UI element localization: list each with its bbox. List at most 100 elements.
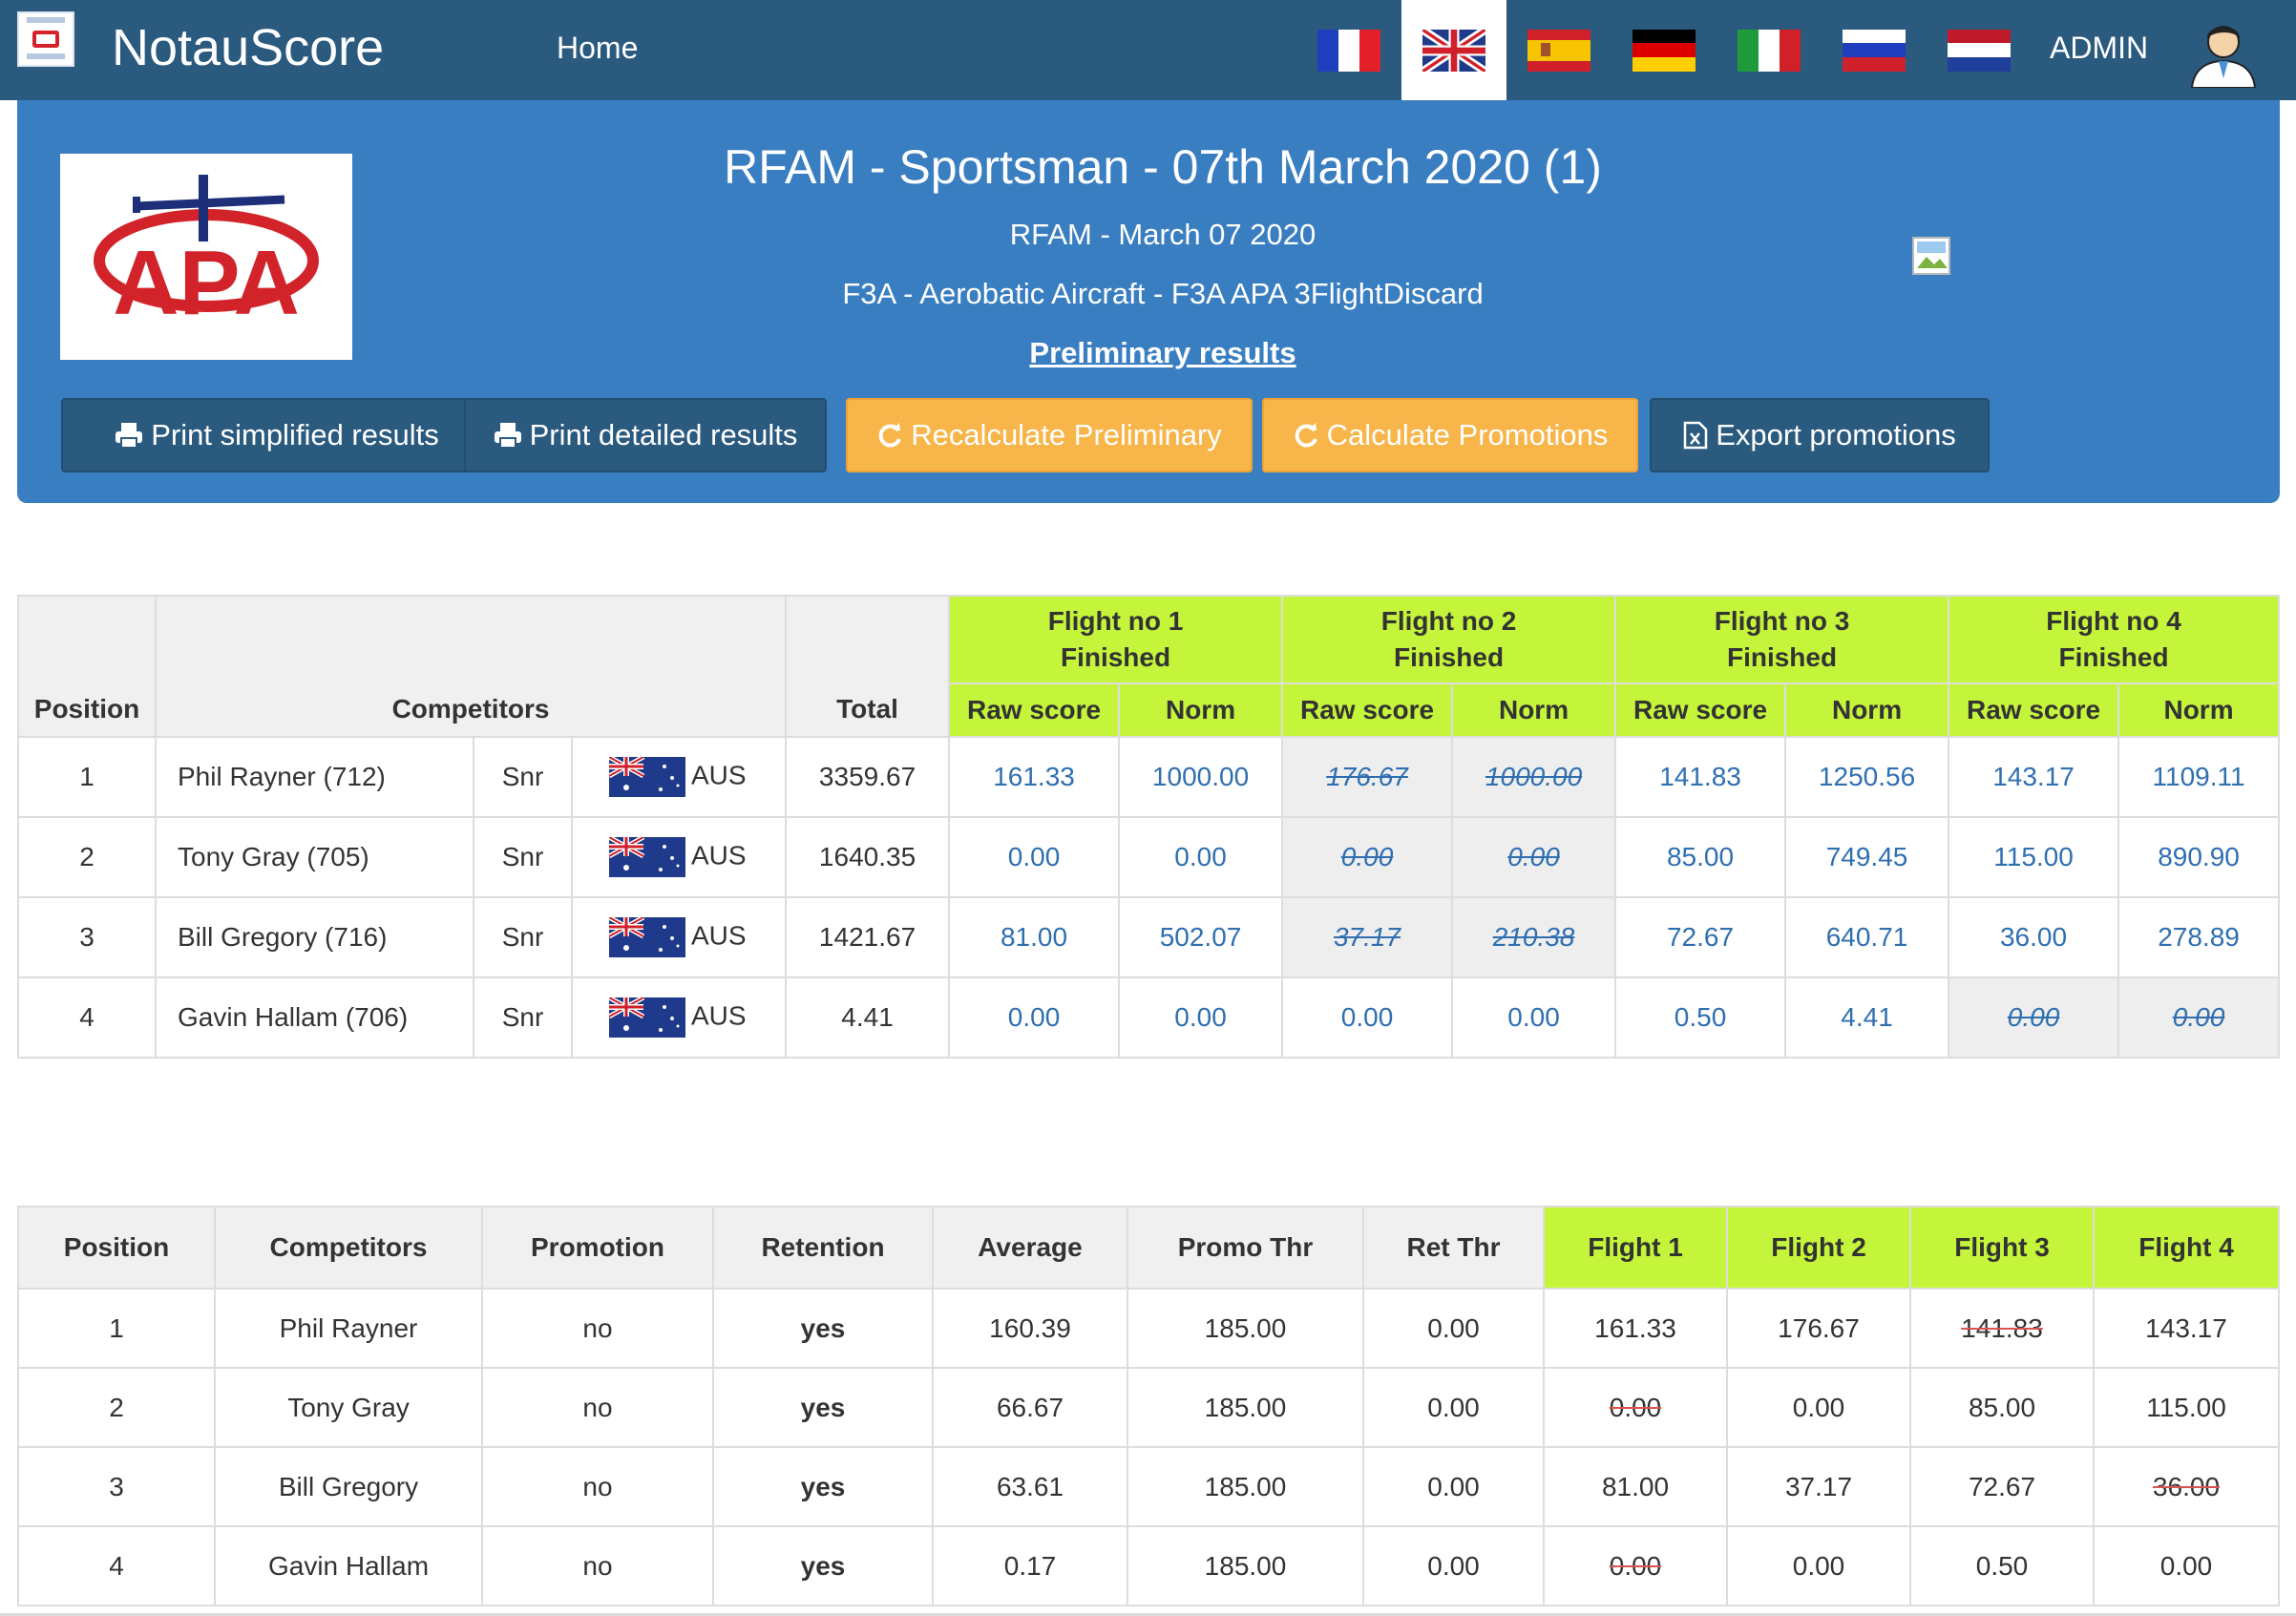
raw-score-value: 141.83 — [1659, 762, 1741, 791]
average-cell: 63.61 — [932, 1446, 1128, 1527]
class-cell: Snr — [473, 736, 573, 818]
calculate-promotions-label: Calculate Promotions — [1326, 418, 1609, 451]
col-promotion: Promotion — [481, 1206, 714, 1290]
raw-score-cell: 176.67 — [1281, 736, 1454, 818]
recalculate-preliminary-button[interactable]: Recalculate Preliminary — [846, 398, 1253, 472]
ru-flag-icon — [1843, 29, 1906, 72]
user-avatar-icon[interactable] — [2186, 13, 2261, 88]
event-title: RFAM - Sportsman - 07th March 2020 (1) — [724, 140, 1602, 194]
competitor-name: Phil Rayner (712) — [155, 736, 474, 818]
col-position: Position — [17, 595, 157, 738]
fr-flag-icon — [1317, 29, 1380, 72]
table-row: 4 Gavin Hallam no yes 0.17 185.00 0.00 0.00 0.00… — [17, 1525, 2280, 1606]
refresh-icon — [1295, 423, 1317, 448]
flight-score-cell: 0.00 — [1726, 1367, 1911, 1448]
print-simplified-label: Print simplified results — [151, 418, 439, 451]
norm-cell: 0.00 — [1118, 976, 1284, 1059]
flight-score-cell: 161.33 — [1543, 1288, 1728, 1369]
position-cell: 1 — [17, 1288, 216, 1369]
brand-logo-icon[interactable] — [17, 11, 74, 67]
average-cell: 66.67 — [932, 1367, 1128, 1448]
language-it[interactable] — [1717, 0, 1822, 100]
language-de[interactable] — [1611, 0, 1717, 100]
col-flight-2: Flight 2 — [1726, 1206, 1911, 1290]
raw-score-cell: 0.00 — [948, 816, 1121, 898]
position-cell: 4 — [17, 1525, 216, 1606]
average-cell: 160.39 — [932, 1288, 1128, 1369]
language-es[interactable] — [1506, 0, 1611, 100]
raw-score-value: 0.00 — [2007, 1002, 2060, 1032]
table-row: 1 Phil Rayner no yes 160.39 185.00 0.00 161.33 1… — [17, 1288, 2280, 1369]
class-cell: Snr — [473, 816, 573, 898]
ret-thr-cell: 0.00 — [1362, 1367, 1545, 1448]
flight-score-cell: 0.00 — [1726, 1525, 1911, 1606]
flight-score-value: 36.00 — [2152, 1471, 2221, 1501]
flight-score-value: 72.67 — [1968, 1471, 2036, 1501]
calculate-promotions-button[interactable]: Calculate Promotions — [1262, 398, 1638, 472]
flight-2-header: Flight no 2 Finished — [1281, 595, 1617, 684]
position-cell: 1 — [17, 736, 157, 818]
broken-image-icon — [1912, 237, 1950, 275]
flight-score-value: 37.17 — [1784, 1471, 1853, 1501]
norm-value: 749.45 — [1825, 842, 1908, 871]
retention-cell: yes — [712, 1446, 934, 1527]
norm-value: 4.41 — [1841, 1002, 1893, 1032]
flight-score-value: 115.00 — [2146, 1392, 2226, 1422]
promotion-cell: no — [481, 1288, 714, 1369]
nav-home-link[interactable]: Home — [557, 30, 638, 66]
promo-thr-cell: 185.00 — [1127, 1288, 1364, 1369]
table-row: 1 Phil Rayner (712) Snr AUS 3359.67 161.33 100… — [17, 736, 2281, 818]
print-simplified-button[interactable]: Print simplified results — [61, 398, 493, 472]
language-nl[interactable] — [1927, 0, 2032, 100]
raw-score-cell: 115.00 — [1948, 816, 2120, 898]
raw-score-value: 0.00 — [1340, 842, 1394, 871]
norm-value: 1000.00 — [1485, 762, 1583, 791]
nav-admin-link[interactable]: ADMIN — [2050, 30, 2148, 66]
norm-value: 890.90 — [2158, 842, 2240, 871]
flight-score-value: 141.83 — [1961, 1312, 2043, 1343]
raw-score-cell: 0.00 — [1281, 976, 1454, 1059]
col-flight-1: Flight 1 — [1543, 1206, 1728, 1290]
language-ru[interactable] — [1822, 0, 1927, 100]
raw-score-value: 85.00 — [1666, 842, 1735, 871]
raw-score-cell: 143.17 — [1948, 736, 2120, 818]
norm-cell: 749.45 — [1784, 816, 1950, 898]
language-fr[interactable] — [1296, 0, 1401, 100]
nl-flag-icon — [1948, 29, 2011, 72]
brand-name[interactable]: NotauScore — [112, 19, 384, 76]
navbar: NotauScore Home ADMIN — [0, 0, 2296, 100]
total-cell: 4.41 — [785, 976, 951, 1059]
au-flag-icon — [609, 997, 685, 1038]
flight-4-header: Flight no 4 Finished — [1948, 595, 2281, 684]
norm-cell: 1000.00 — [1118, 736, 1284, 818]
print-detailed-label: Print detailed results — [529, 418, 798, 451]
norm-cell: 0.00 — [1451, 976, 1617, 1059]
country-cell: AUS — [570, 896, 788, 978]
col-average: Average — [932, 1206, 1128, 1290]
col-competitors: Competitors — [154, 595, 788, 738]
flight-score-value: 0.00 — [1609, 1392, 1662, 1422]
col-norm: Norm — [1784, 682, 1950, 738]
col-raw-score: Raw score — [1281, 682, 1454, 738]
flight-status: Finished — [1726, 642, 1838, 672]
excel-file-icon — [1683, 421, 1708, 450]
raw-score-value: 143.17 — [1992, 762, 2075, 791]
flight-1-header: Flight no 1 Finished — [948, 595, 1284, 684]
retention-cell: yes — [712, 1367, 934, 1448]
flight-3-header: Flight no 3 Finished — [1614, 595, 1950, 684]
export-promotions-button[interactable]: Export promotions — [1650, 398, 1990, 472]
position-cell: 3 — [17, 1446, 216, 1527]
language-gb[interactable] — [1401, 0, 1506, 100]
gb-flag-icon — [1422, 29, 1485, 72]
raw-score-value: 37.17 — [1333, 922, 1401, 952]
printer-icon — [116, 423, 143, 449]
norm-cell: 278.89 — [2117, 896, 2281, 978]
promotions-table: Position Competitors Promotion Retention… — [17, 1206, 2280, 1606]
print-detailed-button[interactable]: Print detailed results — [464, 398, 827, 472]
competitor-name: Gavin Hallam — [214, 1525, 483, 1606]
results-status-link[interactable]: Preliminary results — [495, 335, 1831, 371]
raw-score-value: 36.00 — [1999, 922, 2068, 952]
col-retention: Retention — [712, 1206, 934, 1290]
au-flag-icon — [609, 837, 685, 877]
flight-name: Flight no 4 — [2046, 606, 2181, 636]
